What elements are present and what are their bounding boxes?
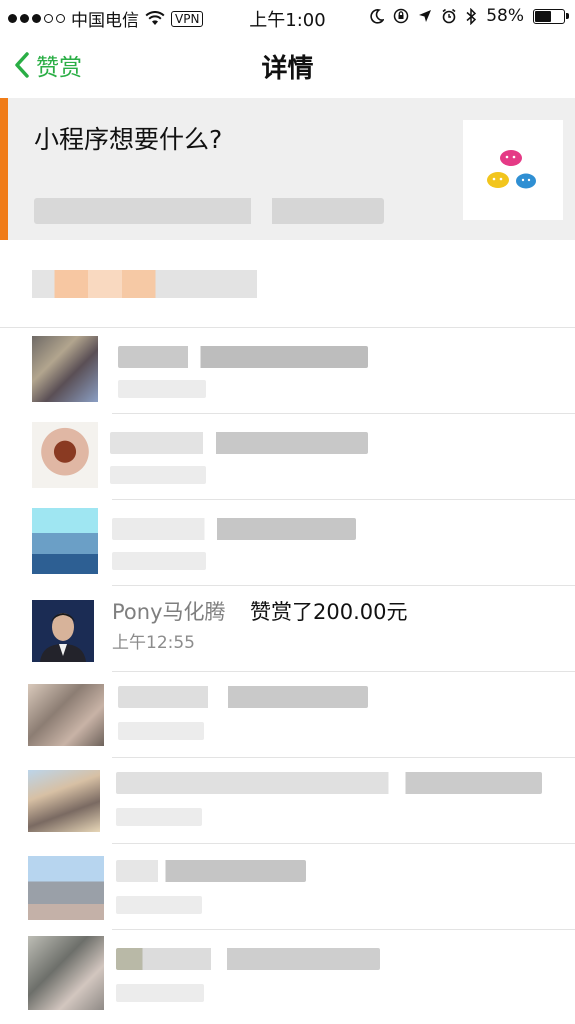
blurred-time: [118, 722, 204, 740]
list-item[interactable]: [0, 758, 575, 844]
reward-amount-text: 赞赏了200.00元: [250, 600, 408, 624]
location-arrow-icon: [419, 10, 432, 22]
list-item[interactable]: [0, 328, 575, 414]
reward-time: 上午12:55: [112, 633, 195, 653]
list-item[interactable]: [0, 500, 575, 586]
article-header[interactable]: 小程序想要什么?: [0, 98, 575, 240]
portrait-image: [32, 600, 94, 662]
blurred-name: [112, 518, 356, 540]
avatar: [28, 684, 104, 746]
alarm-icon: [442, 8, 456, 24]
rotation-lock-icon: [393, 8, 409, 24]
blurred-name: [116, 948, 380, 970]
blurred-time: [116, 896, 202, 914]
list-item[interactable]: [0, 930, 575, 1016]
article-thumbnail: [463, 120, 563, 220]
avatar: [28, 770, 100, 832]
list-item[interactable]: [0, 414, 575, 500]
avatar: [28, 856, 104, 920]
sender-name: Pony马化腾: [112, 600, 226, 624]
bluetooth-icon: [466, 7, 477, 25]
avatar: [28, 936, 104, 1010]
blurred-name: [110, 432, 368, 454]
moon-icon: [370, 8, 385, 24]
blurred-time: [110, 466, 206, 484]
article-title: 小程序想要什么?: [34, 125, 223, 154]
blurred-name: [118, 686, 368, 708]
accent-bar: [0, 98, 8, 240]
page-title: 详情: [261, 54, 314, 84]
avatar: [32, 508, 98, 574]
avatar: [32, 600, 94, 662]
avatar: [32, 422, 98, 488]
battery-icon: [533, 8, 569, 24]
list-item[interactable]: [0, 844, 575, 930]
blurred-name: [116, 860, 306, 882]
list-item[interactable]: Pony马化腾 赞赏了200.00元 上午12:55: [0, 586, 575, 672]
avatar: [32, 336, 98, 402]
list-item[interactable]: [0, 672, 575, 758]
navigation-bar: 赞赏 详情: [0, 34, 575, 98]
blurred-time: [116, 808, 202, 826]
blurred-time: [118, 380, 206, 398]
status-bar: 中国电信 VPN 上午1:00 58%: [0, 0, 575, 34]
blurred-time: [116, 984, 204, 1002]
battery-percent: 58%: [486, 6, 524, 26]
blurred-time: [112, 552, 206, 570]
blurred-summary: [34, 198, 384, 224]
blurred-reward-summary: [32, 270, 257, 298]
blurred-name: [118, 346, 368, 368]
mini-program-logo-icon: [487, 150, 536, 189]
blurred-name: [116, 772, 542, 794]
